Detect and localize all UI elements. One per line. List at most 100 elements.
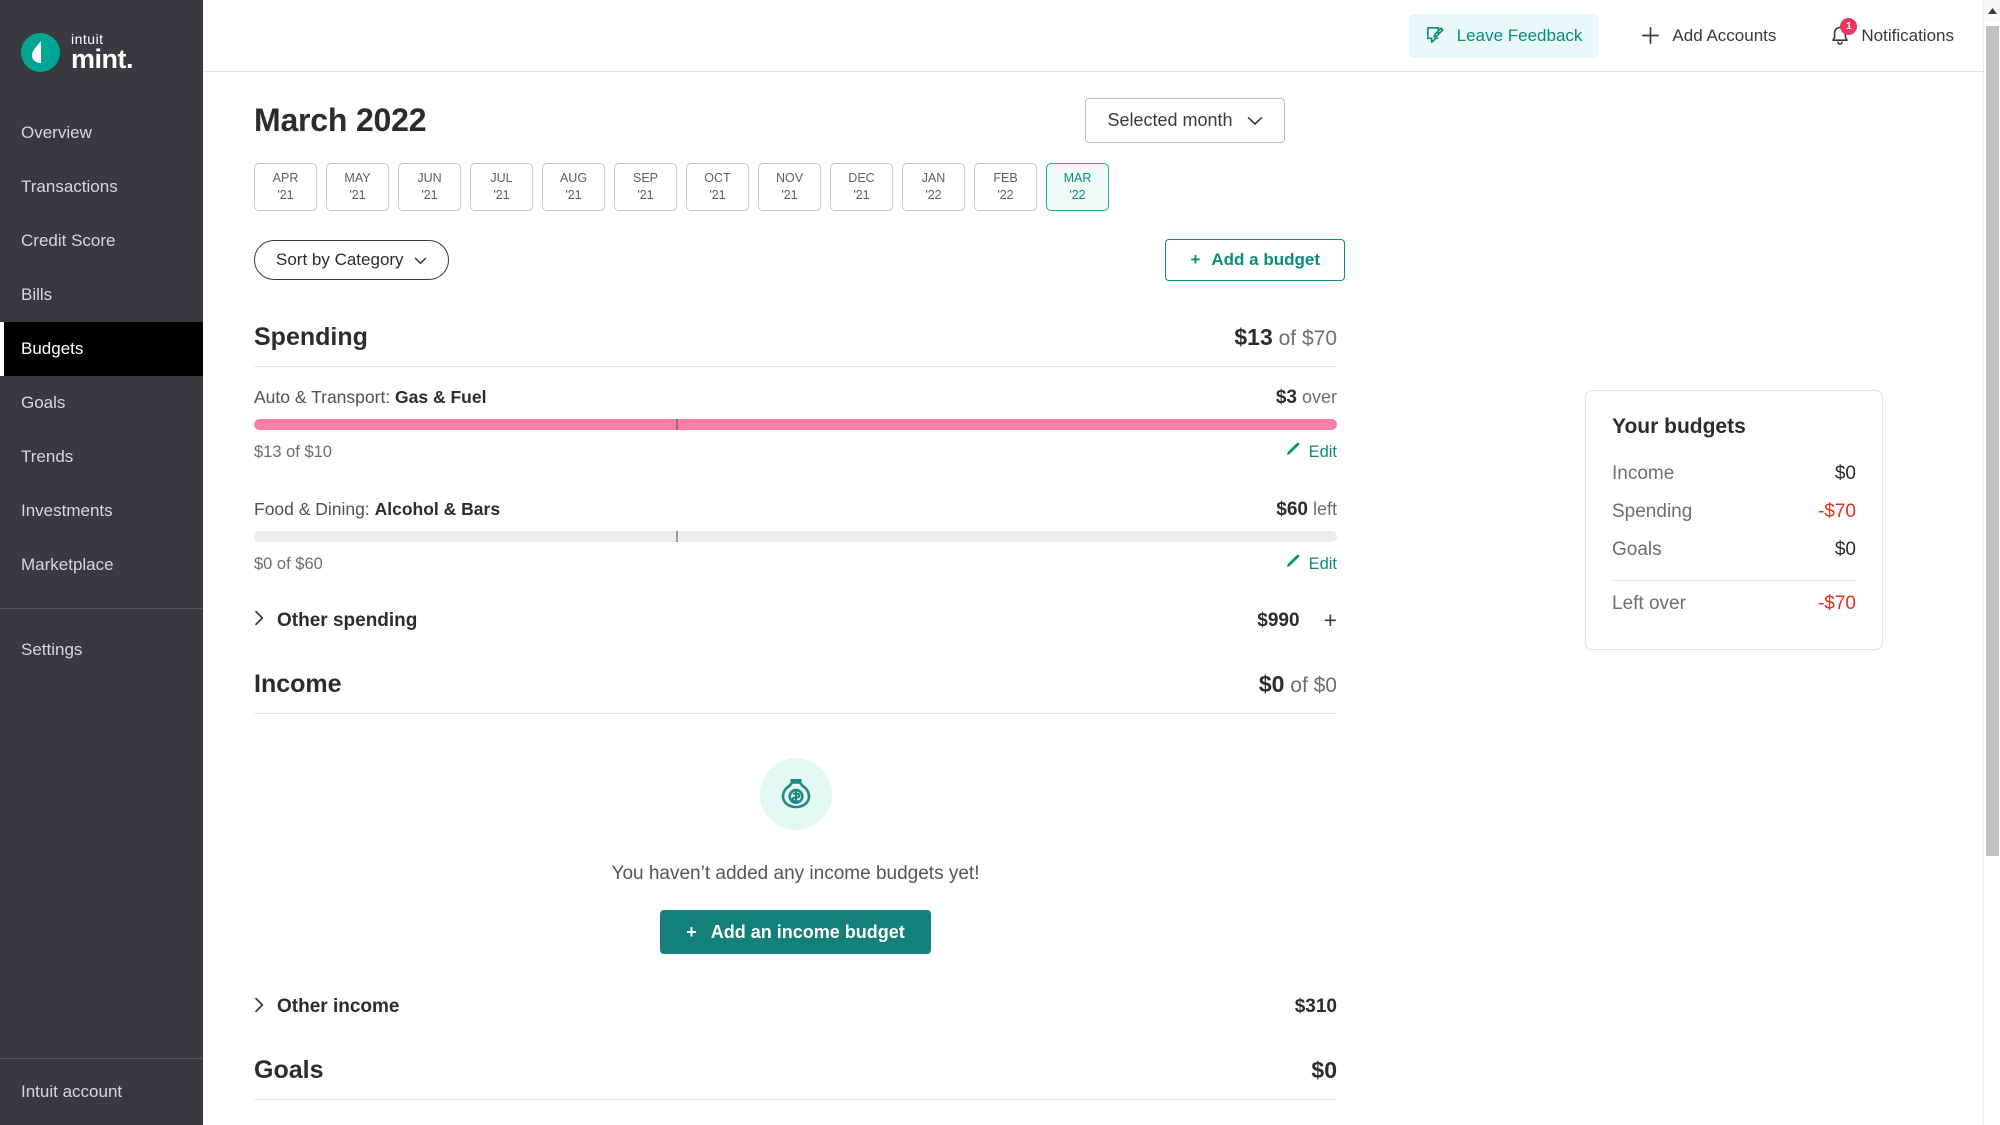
sidebar-footer: Intuit account (0, 1058, 203, 1125)
summary-row-left-over: Left over -$70 (1612, 585, 1856, 623)
mint-budgets-app: intuit mint. Overview Transactions Credi… (0, 0, 2000, 1125)
month-chip-year: '22 (997, 187, 1013, 204)
month-chip-month: NOV (776, 170, 803, 187)
other-income-amount: $310 (1295, 996, 1337, 1018)
edit-budget-link[interactable]: Edit (1284, 441, 1337, 463)
sidebar-item-goals[interactable]: Goals (0, 376, 203, 430)
budget-category-prefix: Auto & Transport: (254, 387, 395, 407)
sidebar-item-label: Settings (21, 640, 82, 659)
month-chip-mar-22[interactable]: MAR'22 (1046, 163, 1109, 211)
add-accounts-button[interactable]: Add Accounts (1628, 14, 1788, 58)
budget-row-footer: $13 of $10 Edit (254, 430, 1337, 463)
month-chip-jul-21[interactable]: JUL'21 (470, 163, 533, 211)
budget-category-prefix: Food & Dining: (254, 499, 375, 519)
month-chip-year: '22 (1069, 187, 1085, 204)
sidebar-item-credit-score[interactable]: Credit Score (0, 214, 203, 268)
add-a-budget-button[interactable]: + Add a budget (1165, 239, 1345, 281)
sidebar-item-intuit-account[interactable]: Intuit account (0, 1059, 203, 1125)
budget-row-header: Auto & Transport: Gas & Fuel $3 over (254, 387, 1337, 419)
month-chip-jun-21[interactable]: JUN'21 (398, 163, 461, 211)
main-content: Leave Feedback Add Accounts 1 (203, 0, 2000, 1125)
sort-by-category-dropdown[interactable]: Sort by Category (254, 240, 449, 280)
other-spending-toggle[interactable]: Other spending (254, 610, 417, 632)
plus-icon (1640, 25, 1661, 46)
budget-category: Auto & Transport: Gas & Fuel (254, 387, 486, 408)
month-chip-month: JUL (490, 170, 512, 187)
chevron-right-icon (254, 610, 265, 631)
chevron-down-icon (414, 250, 427, 270)
chevron-down-icon (1247, 110, 1263, 131)
sidebar-item-budgets[interactable]: Budgets (0, 322, 203, 376)
sidebar-item-investments[interactable]: Investments (0, 484, 203, 538)
other-spending-row[interactable]: Other spending $990 + (254, 575, 1337, 632)
sidebar-item-overview[interactable]: Overview (0, 106, 203, 160)
sidebar-item-label: Intuit account (21, 1082, 122, 1101)
month-chip-jan-22[interactable]: JAN'22 (902, 163, 965, 211)
summary-row-goals: Goals $0 (1612, 531, 1856, 569)
sidebar-item-bills[interactable]: Bills (0, 268, 203, 322)
money-bag-icon (760, 758, 832, 830)
summary-divider (1612, 580, 1856, 581)
month-chip-oct-21[interactable]: OCT'21 (686, 163, 749, 211)
summary-row-label: Spending (1612, 501, 1692, 523)
pencil-icon (1284, 441, 1301, 463)
feedback-pencil-icon (1425, 25, 1446, 46)
edit-budget-link[interactable]: Edit (1284, 553, 1337, 575)
goals-total: $0 (1311, 1057, 1337, 1084)
sidebar-item-transactions[interactable]: Transactions (0, 160, 203, 214)
selected-month-dropdown[interactable]: Selected month (1085, 98, 1285, 143)
month-chip-year: '21 (565, 187, 581, 204)
month-chip-year: '21 (637, 187, 653, 204)
budget-amount-summary: $0 of $60 (254, 555, 323, 574)
budget-row-footer: $0 of $60 Edit (254, 542, 1337, 575)
sidebar: intuit mint. Overview Transactions Credi… (0, 0, 203, 1125)
page-scrollbar[interactable] (1983, 0, 2000, 1125)
budget-status-word: over (1302, 387, 1337, 407)
top-bar: Leave Feedback Add Accounts 1 (203, 0, 2000, 72)
sidebar-nav: Overview Transactions Credit Score Bills… (0, 106, 203, 677)
add-other-spending-button[interactable]: + (1324, 609, 1337, 632)
month-chip-year: '21 (421, 187, 437, 204)
income-section-header: Income $0 of $0 (254, 632, 1337, 714)
edit-budget-label: Edit (1309, 555, 1337, 574)
logo-mint-text: mint. (71, 47, 133, 72)
your-budgets-summary-card: Your budgets Income $0 Spending -$70 Goa… (1585, 390, 1883, 650)
summary-total-label: Left over (1612, 593, 1686, 615)
goals-empty-state (254, 1100, 1337, 1125)
income-total: $0 of $0 (1259, 671, 1337, 698)
budget-amount-summary: $13 of $10 (254, 443, 332, 462)
budget-status: $60 left (1276, 499, 1337, 521)
edit-budget-label: Edit (1309, 443, 1337, 462)
income-title: Income (254, 670, 342, 699)
notifications-button[interactable]: 1 Notifications (1818, 14, 1966, 58)
budget-row-header: Food & Dining: Alcohol & Bars $60 left (254, 499, 1337, 531)
leave-feedback-button[interactable]: Leave Feedback (1409, 14, 1599, 58)
month-chip-year: '21 (277, 187, 293, 204)
month-chip-month: APR (273, 170, 299, 187)
scroll-up-arrow-icon[interactable] (1984, 0, 2000, 22)
month-chip-year: '22 (925, 187, 941, 204)
month-chip-aug-21[interactable]: AUG'21 (542, 163, 605, 211)
sidebar-divider (0, 608, 203, 609)
month-chip-year: '21 (709, 187, 725, 204)
add-an-income-budget-button[interactable]: + Add an income budget (660, 910, 931, 954)
month-chip-may-21[interactable]: MAY'21 (326, 163, 389, 211)
month-chip-nov-21[interactable]: NOV'21 (758, 163, 821, 211)
month-chip-month: MAR (1064, 170, 1092, 187)
budget-category: Food & Dining: Alcohol & Bars (254, 499, 500, 520)
month-chip-apr-21[interactable]: APR'21 (254, 163, 317, 211)
budgets-panel: Spending $13 of $70 Auto & Transport: Ga… (254, 281, 1337, 1125)
sidebar-item-settings[interactable]: Settings (0, 623, 203, 677)
spending-section-header: Spending $13 of $70 (254, 281, 1337, 367)
other-income-row[interactable]: Other income $310 (254, 954, 1337, 1018)
brand-logo[interactable]: intuit mint. (0, 0, 203, 82)
month-chip-dec-21[interactable]: DEC'21 (830, 163, 893, 211)
sidebar-item-trends[interactable]: Trends (0, 430, 203, 484)
month-chip-feb-22[interactable]: FEB'22 (974, 163, 1037, 211)
sidebar-item-marketplace[interactable]: Marketplace (0, 538, 203, 592)
budget-status-amount: $60 (1276, 499, 1308, 520)
other-income-toggle[interactable]: Other income (254, 996, 399, 1018)
scrollbar-thumb[interactable] (1986, 26, 1999, 856)
budget-category-name: Gas & Fuel (395, 387, 486, 407)
month-chip-sep-21[interactable]: SEP'21 (614, 163, 677, 211)
